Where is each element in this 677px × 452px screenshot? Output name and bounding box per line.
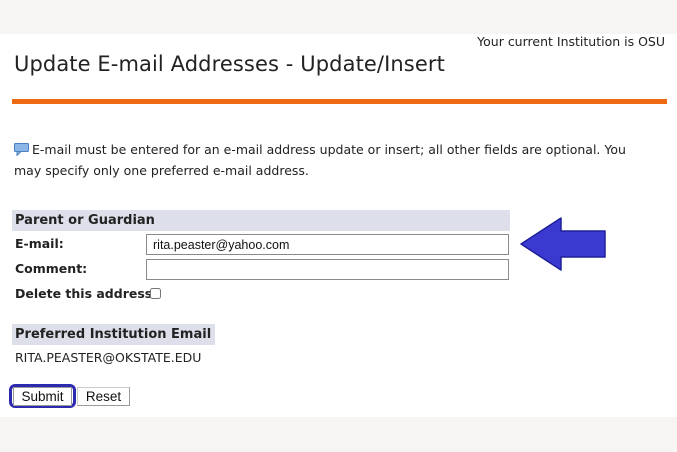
delete-address-label: Delete this address:	[15, 286, 158, 301]
title-divider	[12, 99, 667, 104]
info-message-text: E-mail must be entered for an e-mail add…	[14, 142, 626, 178]
email-label: E-mail:	[15, 236, 64, 251]
reset-button[interactable]: Reset	[77, 387, 130, 406]
delete-address-checkbox[interactable]	[150, 288, 161, 299]
comment-field[interactable]	[146, 259, 509, 280]
section-header-preferred-email: Preferred Institution Email	[12, 324, 215, 345]
page-content: Your current Institution is OSU Update E…	[0, 34, 677, 417]
submit-button[interactable]: Submit	[13, 387, 72, 406]
comment-info-icon	[14, 142, 29, 161]
current-institution-text: Your current Institution is OSU	[477, 34, 665, 49]
section-header-parent-guardian: Parent or Guardian	[12, 210, 510, 231]
info-message: E-mail must be entered for an e-mail add…	[14, 140, 644, 180]
arrow-left-icon	[519, 216, 609, 276]
preferred-email-value: RITA.PEASTER@OKSTATE.EDU	[15, 350, 202, 365]
comment-label: Comment:	[15, 261, 88, 276]
page-title: Update E-mail Addresses - Update/Insert	[14, 52, 445, 76]
email-field[interactable]	[146, 234, 509, 255]
